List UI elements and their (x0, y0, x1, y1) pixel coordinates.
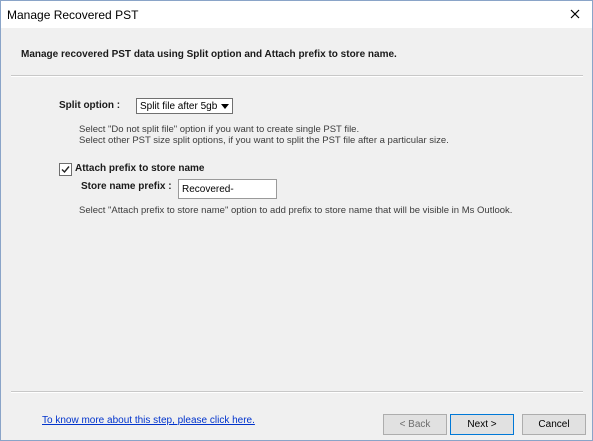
attach-prefix-checkbox[interactable] (59, 163, 72, 176)
dialog-window: Manage Recovered PST Manage recovered PS… (0, 0, 593, 441)
close-button[interactable] (566, 5, 584, 23)
help-link[interactable]: To know more about this step, please cli… (42, 415, 255, 426)
dialog-content: Manage recovered PST data using Split op… (1, 28, 592, 440)
header-divider (11, 75, 583, 77)
close-icon (570, 9, 580, 19)
store-name-prefix-label: Store name prefix : (81, 181, 172, 192)
title-bar: Manage Recovered PST (1, 1, 592, 28)
next-button[interactable]: Next > (450, 414, 514, 435)
back-button[interactable]: < Back (383, 414, 447, 435)
split-hint-2: Select other PST size split options, if … (79, 135, 449, 146)
split-option-label: Split option : (59, 100, 121, 111)
attach-prefix-label: Attach prefix to store name (75, 163, 205, 174)
attach-hint: Select "Attach prefix to store name" opt… (79, 205, 513, 216)
instruction-header: Manage recovered PST data using Split op… (21, 49, 397, 60)
window-title: Manage Recovered PST (7, 8, 139, 22)
store-name-prefix-input[interactable] (178, 179, 277, 199)
chevron-down-icon (221, 104, 229, 109)
checkmark-icon (61, 166, 70, 174)
split-hint-1: Select "Do not split file" option if you… (79, 124, 360, 135)
cancel-button[interactable]: Cancel (522, 414, 586, 435)
split-option-dropdown[interactable]: Split file after 5gb (136, 98, 233, 114)
split-option-value: Split file after 5gb (140, 101, 218, 112)
footer-divider (11, 391, 583, 393)
